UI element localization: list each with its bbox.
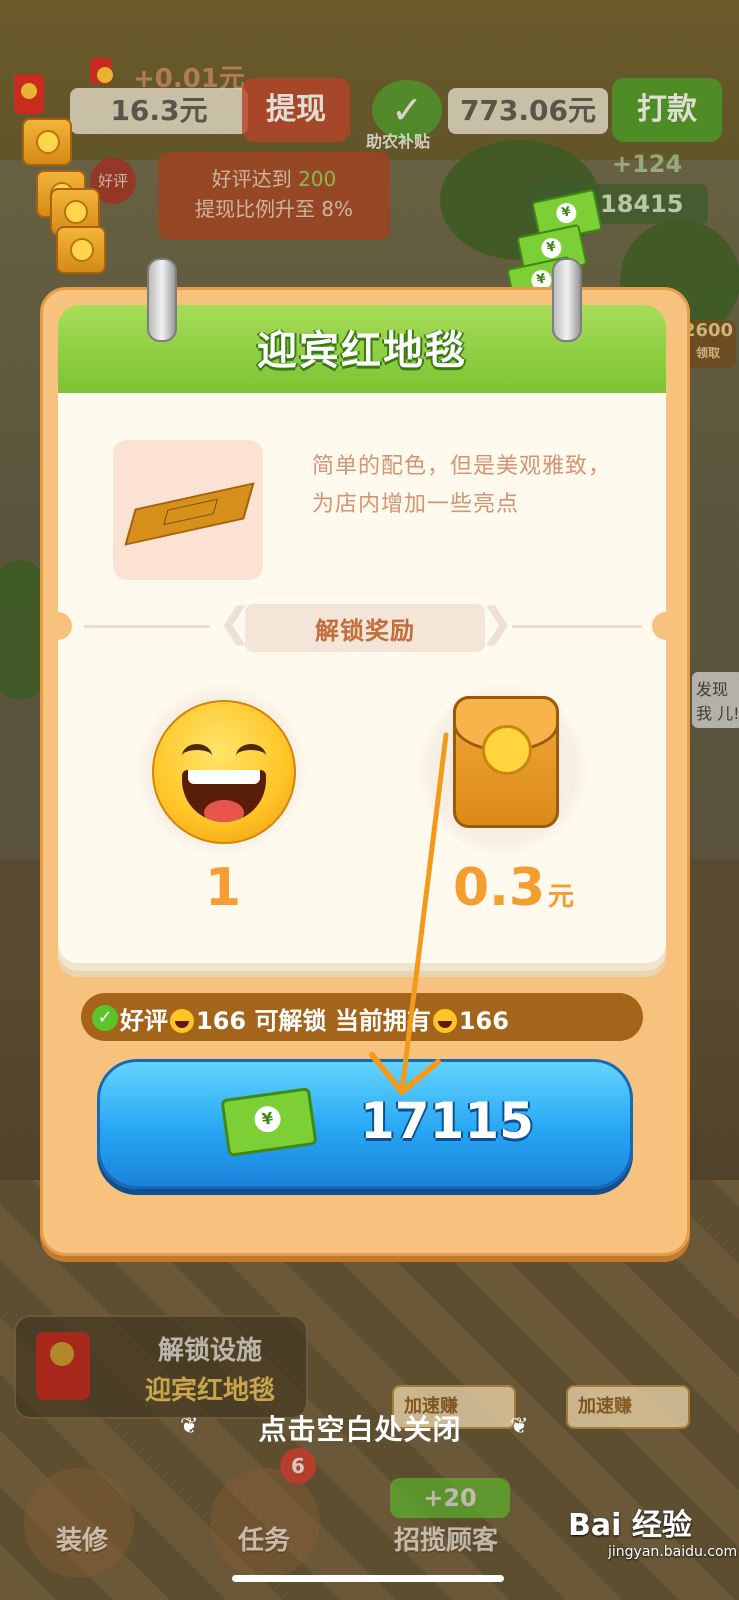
facility-line1: 解锁设施 — [157, 1336, 262, 1366]
watermark-url: jingyan.baidu.com — [608, 1544, 738, 1560]
nav-decor-label: 装修 — [56, 1526, 109, 1556]
close-hint[interactable]: 点击空白处关闭 — [180, 1408, 540, 1448]
nav-tasks-label: 任务 — [238, 1526, 291, 1556]
speed-right-label: 加速赚 — [578, 1396, 632, 1417]
speed-button-right[interactable]: 加速赚 — [566, 1385, 690, 1429]
watermark-brand: Bai 经验 — [568, 1508, 692, 1543]
home-indicator[interactable] — [232, 1575, 504, 1582]
nav-recruit-label[interactable]: 招揽顾客 — [394, 1520, 498, 1557]
baidu-watermark: Bai 经验 jingyan.baidu.com — [568, 1500, 737, 1560]
facility-line2: 迎宾红地毯 — [144, 1376, 275, 1406]
tasks-badge: 6 — [280, 1448, 316, 1484]
recruit-bonus: +20 — [390, 1478, 510, 1518]
sprig-right-icon: ❦ — [510, 1414, 529, 1439]
red-envelope-icon — [36, 1332, 90, 1400]
